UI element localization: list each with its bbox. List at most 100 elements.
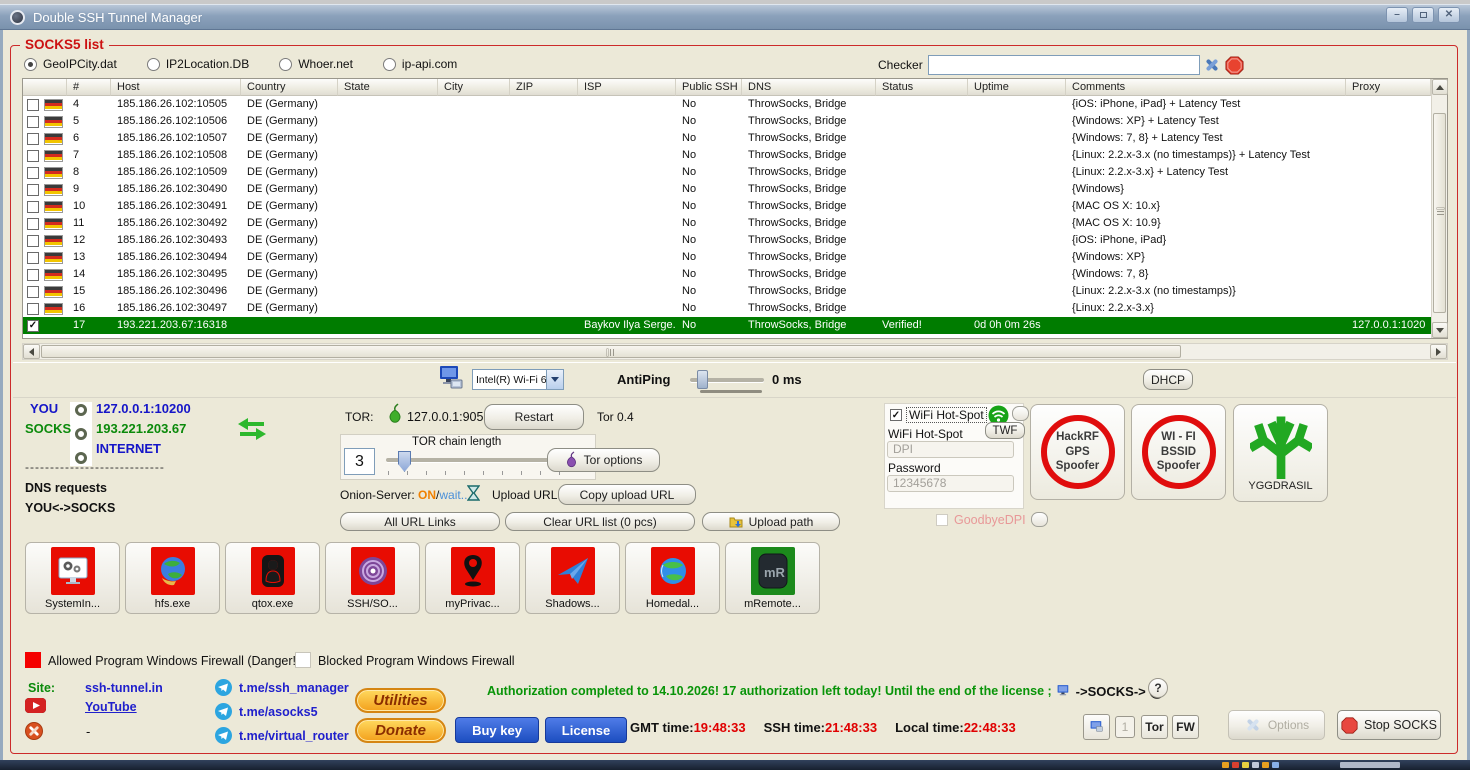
maximize-button[interactable] bbox=[1412, 7, 1434, 23]
row-checkbox[interactable] bbox=[27, 218, 39, 230]
tor-chain-value[interactable]: 3 bbox=[344, 448, 375, 475]
row-checkbox[interactable] bbox=[27, 235, 39, 247]
row-checkbox[interactable] bbox=[27, 303, 39, 315]
row-select-cell[interactable] bbox=[23, 181, 67, 198]
donate-button[interactable]: Donate bbox=[355, 718, 446, 743]
horizontal-scrollbar[interactable] bbox=[22, 343, 1448, 360]
row-select-cell[interactable] bbox=[23, 113, 67, 130]
column-header[interactable]: Comments bbox=[1066, 79, 1346, 96]
row-checkbox[interactable] bbox=[27, 150, 39, 162]
column-header[interactable]: City bbox=[438, 79, 510, 96]
telegram-link[interactable]: t.me/virtual_router bbox=[239, 729, 349, 743]
radio-geoipcity[interactable]: GeoIPCity.dat bbox=[24, 57, 117, 71]
telegram-link-row[interactable]: t.me/virtual_router bbox=[215, 727, 349, 744]
column-header[interactable]: Country bbox=[241, 79, 338, 96]
row-select-cell[interactable] bbox=[23, 147, 67, 164]
table-row[interactable]: 5185.186.26.102:10506DE (Germany)NoThrow… bbox=[23, 113, 1431, 130]
app-button-myprivacy[interactable]: myPrivac... bbox=[425, 542, 520, 614]
hackrf-gps-spoofer-button[interactable]: HackRFGPSSpoofer bbox=[1030, 404, 1125, 500]
column-header[interactable]: Proxy bbox=[1346, 79, 1431, 96]
column-header[interactable]: Host bbox=[111, 79, 241, 96]
column-header[interactable]: Status bbox=[876, 79, 968, 96]
radio-whoer[interactable]: Whoer.net bbox=[279, 57, 353, 71]
row-select-cell[interactable] bbox=[23, 283, 67, 300]
row-select-cell[interactable] bbox=[23, 164, 67, 181]
network-button[interactable] bbox=[1083, 714, 1110, 740]
table-row[interactable]: 11185.186.26.102:30492DE (Germany)NoThro… bbox=[23, 215, 1431, 232]
scroll-right-arrow[interactable] bbox=[1430, 344, 1447, 359]
adapter-select[interactable]: Intel(R) Wi-Fi 6 AX bbox=[472, 369, 564, 390]
app-button-homedale[interactable]: Homedal... bbox=[625, 542, 720, 614]
close-button[interactable]: ✕ bbox=[1438, 7, 1460, 23]
checker-stop-icon[interactable] bbox=[1224, 55, 1244, 75]
row-select-cell[interactable] bbox=[23, 215, 67, 232]
buy-key-button[interactable]: Buy key bbox=[455, 717, 539, 743]
row-select-cell[interactable] bbox=[23, 249, 67, 266]
tor-restart-button[interactable]: Restart bbox=[484, 404, 584, 430]
column-header[interactable]: Uptime bbox=[968, 79, 1066, 96]
youtube-icon[interactable] bbox=[25, 698, 46, 718]
options-button[interactable]: Options bbox=[1228, 710, 1325, 740]
telegram-link-row[interactable]: t.me/asocks5 bbox=[215, 703, 318, 720]
tor-toggle-button[interactable]: Tor bbox=[1141, 715, 1168, 739]
table-row[interactable]: 4185.186.26.102:10505DE (Germany)NoThrow… bbox=[23, 96, 1431, 113]
app-button-shadowsocks[interactable]: Shadows... bbox=[525, 542, 620, 614]
table-row[interactable]: 6185.186.26.102:10507DE (Germany)NoThrow… bbox=[23, 130, 1431, 147]
antiping-slider-thumb[interactable] bbox=[697, 370, 708, 389]
column-header[interactable]: ISP bbox=[578, 79, 676, 96]
tools-badge-icon[interactable] bbox=[25, 722, 43, 745]
checker-input[interactable] bbox=[928, 55, 1200, 75]
fw-toggle-button[interactable]: FW bbox=[1172, 715, 1199, 739]
row-checkbox[interactable] bbox=[27, 116, 39, 128]
column-header[interactable] bbox=[23, 79, 67, 96]
row-checkbox[interactable] bbox=[27, 269, 39, 281]
site-link[interactable]: ssh-tunnel.in bbox=[85, 681, 163, 695]
row-checkbox[interactable] bbox=[27, 167, 39, 179]
row-select-cell[interactable] bbox=[23, 266, 67, 283]
clear-url-list-button[interactable]: Clear URL list (0 pcs) bbox=[505, 512, 695, 531]
copy-upload-url-button[interactable]: Copy upload URL bbox=[558, 484, 696, 505]
table-row[interactable]: 16185.186.26.102:30497DE (Germany)NoThro… bbox=[23, 300, 1431, 317]
app-button-systeminfo[interactable]: SystemIn... bbox=[25, 542, 120, 614]
tor-options-button[interactable]: Tor options bbox=[547, 448, 660, 472]
table-row[interactable]: 12185.186.26.102:30493DE (Germany)NoThro… bbox=[23, 232, 1431, 249]
goodbyedpi-extra-button[interactable] bbox=[1031, 512, 1048, 527]
column-header[interactable]: Public SSH bbox=[676, 79, 742, 96]
dhcp-button[interactable]: DHCP bbox=[1143, 369, 1193, 390]
upload-path-button[interactable]: Upload path bbox=[702, 512, 840, 531]
wifi-extra-button[interactable] bbox=[1012, 406, 1029, 421]
scroll-up-arrow[interactable] bbox=[1432, 79, 1448, 95]
goodbyedpi-checkbox[interactable] bbox=[936, 514, 948, 526]
row-select-cell[interactable] bbox=[23, 317, 67, 334]
telegram-link[interactable]: t.me/asocks5 bbox=[239, 705, 318, 719]
stop-socks-button[interactable]: Stop SOCKS bbox=[1337, 710, 1441, 740]
app-button-qtox[interactable]: qtox.exe bbox=[225, 542, 320, 614]
minimize-button[interactable]: – bbox=[1386, 7, 1408, 23]
app-button-ssh-tor[interactable]: SSH/SO... bbox=[325, 542, 420, 614]
telegram-link-row[interactable]: t.me/ssh_manager bbox=[215, 679, 349, 696]
all-url-links-button[interactable]: All URL Links bbox=[340, 512, 500, 531]
wifi-password-input[interactable]: 12345678 bbox=[887, 475, 1014, 492]
vertical-scrollbar[interactable] bbox=[1431, 79, 1447, 338]
youtube-link[interactable]: YouTube bbox=[85, 700, 137, 714]
column-header[interactable]: DNS bbox=[742, 79, 876, 96]
checker-tools-icon[interactable] bbox=[1202, 55, 1222, 75]
row-checkbox[interactable] bbox=[27, 286, 39, 298]
column-header[interactable]: State bbox=[338, 79, 438, 96]
wifi-ssid-input[interactable]: DPI bbox=[887, 441, 1014, 458]
table-row[interactable]: 8185.186.26.102:10509DE (Germany)NoThrow… bbox=[23, 164, 1431, 181]
wifi-hotspot-checkbox-label[interactable]: WiFi Hot-Spot bbox=[907, 408, 986, 422]
twf-button[interactable]: TWF bbox=[985, 422, 1025, 439]
row-checkbox[interactable] bbox=[27, 252, 39, 264]
vertical-scroll-thumb[interactable] bbox=[1433, 113, 1446, 313]
app-button-mremote[interactable]: mR mRemote... bbox=[725, 542, 820, 614]
row-select-cell[interactable] bbox=[23, 300, 67, 317]
radio-ipapi[interactable]: ip-api.com bbox=[383, 57, 457, 71]
utilities-button[interactable]: Utilities bbox=[355, 688, 446, 713]
telegram-link[interactable]: t.me/ssh_manager bbox=[239, 681, 349, 695]
table-row[interactable]: 13185.186.26.102:30494DE (Germany)NoThro… bbox=[23, 249, 1431, 266]
chevron-down-icon[interactable] bbox=[546, 370, 563, 389]
table-row[interactable]: 7185.186.26.102:10508DE (Germany)NoThrow… bbox=[23, 147, 1431, 164]
row-select-cell[interactable] bbox=[23, 130, 67, 147]
table-row[interactable]: 14185.186.26.102:30495DE (Germany)NoThro… bbox=[23, 266, 1431, 283]
